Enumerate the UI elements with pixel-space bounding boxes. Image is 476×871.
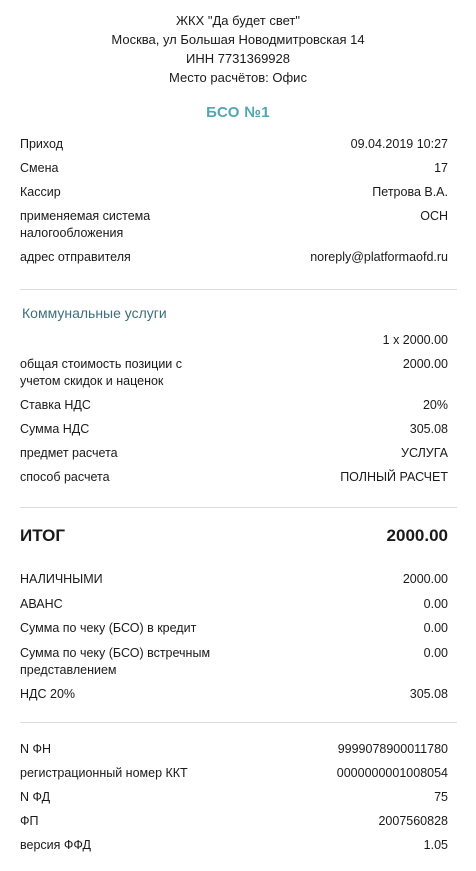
fiscal-row: N ФД 75 <box>20 790 448 804</box>
payment-row: Сумма по чеку (БСО) встречным представле… <box>20 646 448 677</box>
divider <box>20 722 457 723</box>
item-qty-row: 1 x 2000.00 <box>382 333 448 347</box>
settlement-place: Место расчётов: Офис <box>169 70 307 85</box>
total-value: 2000.00 <box>386 526 448 545</box>
receipt-header: ЖКХ "Да будет свет" Москва, ул Большая Н… <box>0 0 476 87</box>
info-row: Кассир Петрова В.А. <box>20 185 448 199</box>
item-row: способ расчета ПОЛНЫЙ РАСЧЕТ <box>20 470 448 484</box>
payment-row: Сумма по чеку (БСО) в кредит 0.00 <box>20 621 448 635</box>
fiscal-row: ФП 2007560828 <box>20 814 448 828</box>
org-name: ЖКХ "Да будет свет" <box>176 13 300 28</box>
payment-row: АВАНС 0.00 <box>20 597 448 611</box>
item-row: Ставка НДС 20% <box>20 398 448 412</box>
receipt-title: БСО №1 <box>206 104 270 121</box>
info-row: применяемая система налогообложения ОСН <box>20 209 448 240</box>
org-inn: ИНН 7731369928 <box>185 51 291 66</box>
divider <box>20 289 457 290</box>
info-row: адрес отправителя noreply@platformaofd.ru <box>20 250 448 264</box>
fiscal-row: версия ФФД 1.05 <box>20 838 448 852</box>
payment-row: НДС 20% 305.08 <box>20 687 448 701</box>
total-row: ИТОГ 2000.00 <box>20 526 448 546</box>
divider <box>20 507 457 508</box>
item-row: общая стоимость позиции с учетом скидок … <box>20 357 448 388</box>
receipt: ЖКХ "Да будет свет" Москва, ул Большая Н… <box>0 0 476 871</box>
payment-row: НАЛИЧНЫМИ 2000.00 <box>20 572 448 586</box>
item-row: Сумма НДС 305.08 <box>20 422 448 436</box>
item-row: предмет расчета УСЛУГА <box>20 446 448 460</box>
info-row: Приход 09.04.2019 10:27 <box>20 137 448 151</box>
item-name: Коммунальные услуги <box>22 305 167 321</box>
total-label: ИТОГ <box>20 526 66 545</box>
fiscal-row: N ФН 9999078900011780 <box>20 742 448 756</box>
org-address: Москва, ул Большая Новодмитровская 14 <box>111 32 365 47</box>
fiscal-row: регистрационный номер ККТ 000000000100805… <box>20 766 448 780</box>
info-row: Смена 17 <box>20 161 448 175</box>
